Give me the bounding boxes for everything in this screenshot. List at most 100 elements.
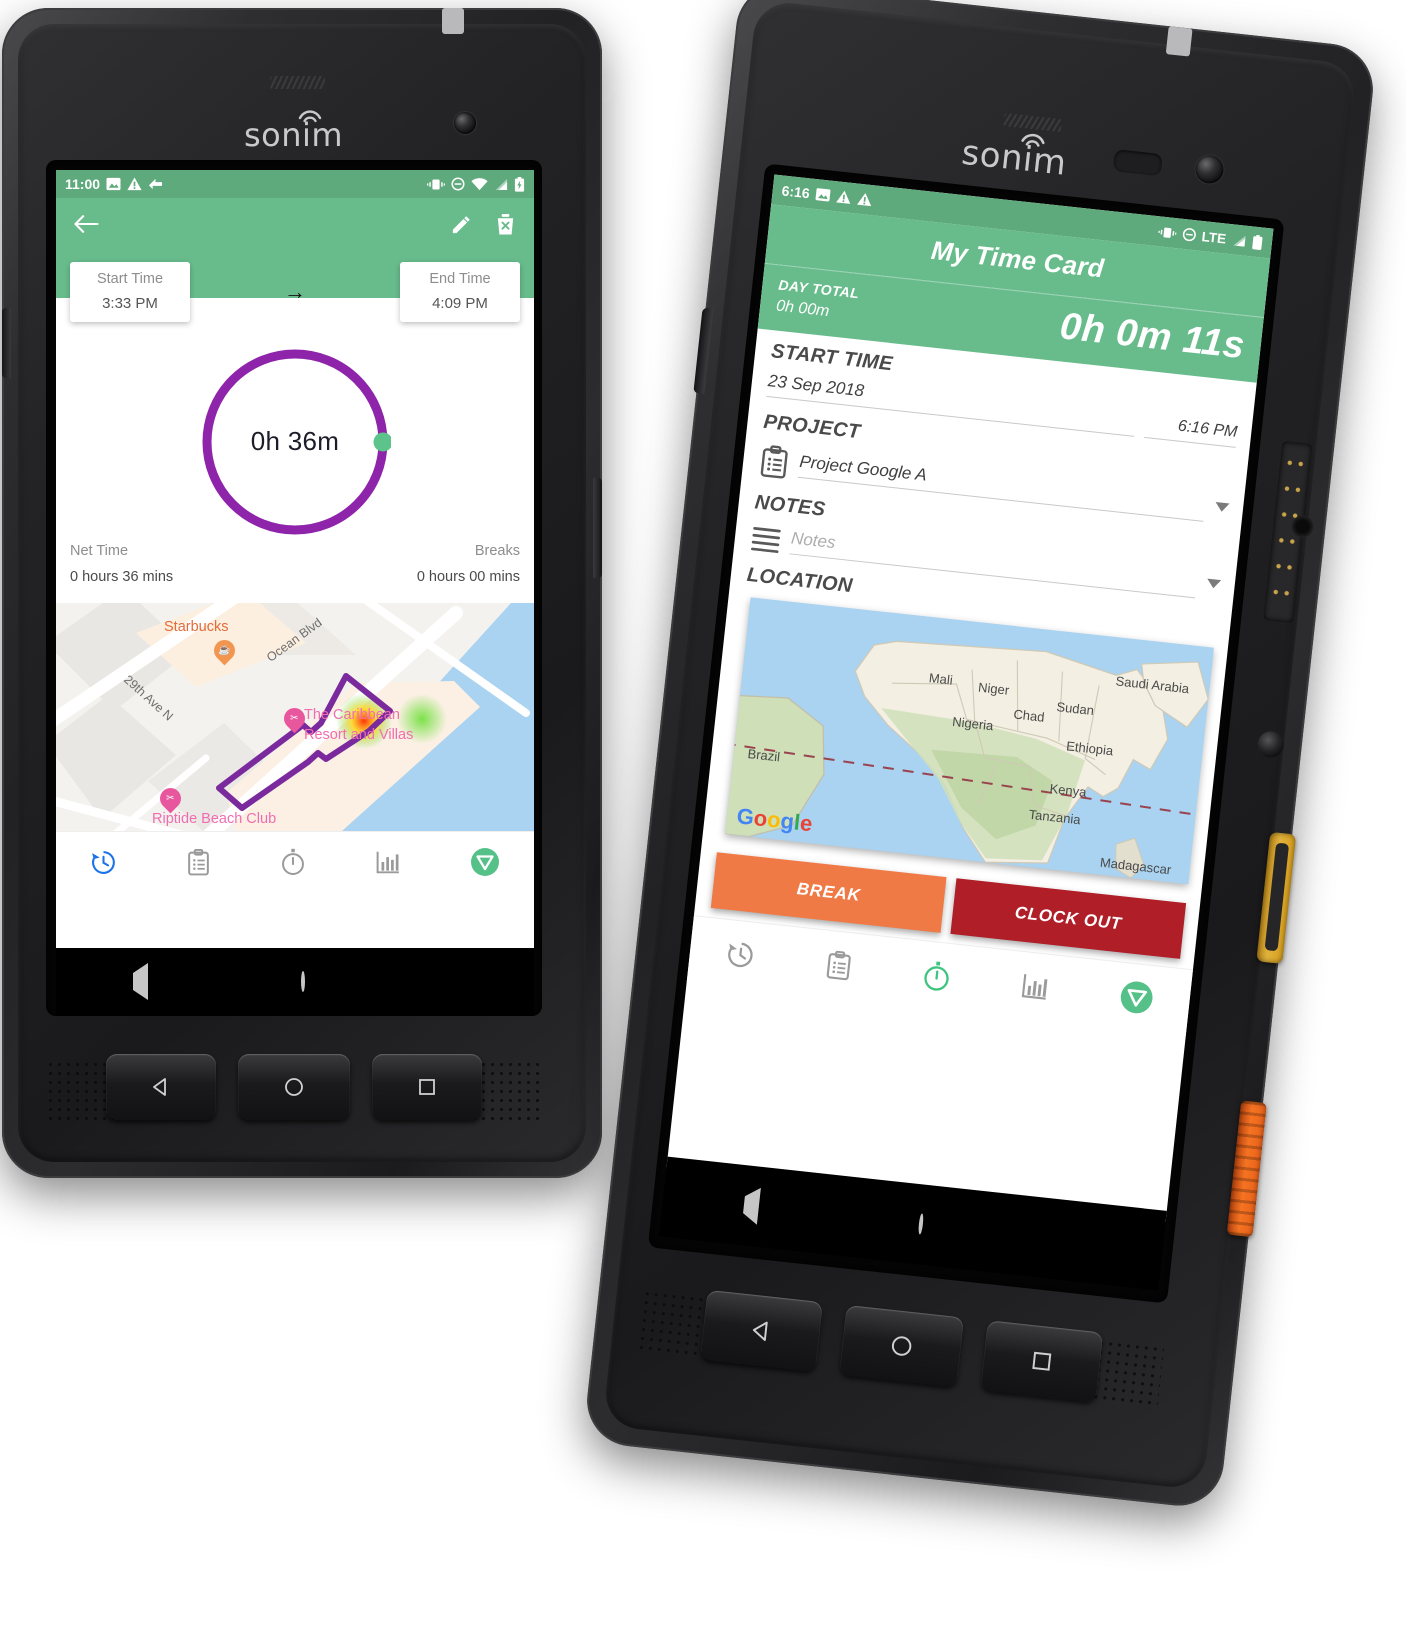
soft-nav-home-button[interactable] — [300, 971, 305, 992]
sync-icon — [149, 178, 163, 190]
brand-wifi-icon — [1021, 133, 1045, 147]
soft-nav-back-button[interactable] — [132, 963, 148, 1000]
map-label-riptide: Riptide Beach Club — [152, 811, 277, 827]
sidebar-item-brand-logo[interactable] — [1118, 979, 1155, 1016]
battery-icon — [1252, 234, 1263, 250]
warning-icon — [836, 190, 851, 204]
left-phone-screen: 11:00 Start Time 3:33 PM → End Time 4:09… — [56, 170, 534, 966]
dnd-icon — [451, 177, 465, 191]
history-clock-icon — [92, 850, 116, 874]
hw-home-button[interactable] — [839, 1304, 965, 1388]
hardware-button-strip — [46, 1038, 542, 1148]
map-label-caribbean-1: The Caribbean — [304, 707, 400, 723]
delete-button[interactable] — [487, 213, 534, 240]
day-total-label: DAY TOTAL — [777, 276, 861, 302]
sidebar-item-brand-logo[interactable] — [470, 847, 500, 877]
earpiece-grill — [270, 76, 325, 89]
hw-home-icon — [891, 1336, 912, 1356]
bar-chart-icon — [376, 851, 399, 874]
map-label-chad: Chad — [1012, 706, 1046, 725]
map-label-mali: Mali — [928, 670, 954, 688]
net-time-value: 0 hours 36 mins — [70, 569, 174, 585]
sidebar-item-timecard[interactable] — [186, 848, 211, 876]
pencil-icon — [452, 215, 470, 233]
sidebar-item-reports[interactable] — [1020, 971, 1051, 1002]
front-camera — [454, 112, 476, 134]
stopwatch-icon — [282, 848, 304, 876]
start-time-card[interactable]: Start Time 3:33 PM — [70, 262, 190, 322]
duration-ring-text: 0h 36m — [250, 426, 340, 456]
caret-down-icon[interactable] — [1214, 502, 1230, 513]
brand-logo: sonim — [244, 116, 343, 154]
triangle-back-icon — [741, 1186, 761, 1225]
caret-down-icon[interactable] — [1206, 578, 1222, 590]
arrow-back-icon — [74, 215, 99, 233]
antenna-nub — [1165, 26, 1193, 57]
net-time-stat: Net Time 0 hours 36 mins — [70, 543, 173, 585]
android-soft-nav — [56, 948, 534, 1016]
vibrate-icon — [427, 179, 445, 189]
circle-home-icon — [300, 971, 305, 992]
signal-icon — [495, 178, 508, 190]
sidebar-item-history[interactable] — [724, 938, 756, 970]
hw-back-icon — [752, 1321, 768, 1341]
brand-logo-text: sonim — [244, 116, 344, 154]
warning-icon — [857, 192, 872, 207]
map-label-starbucks: Starbucks — [164, 619, 229, 635]
sonim-phone-left: sonim 11:00 Start Time 3:33 PM → End Tim… — [2, 8, 602, 1178]
hw-recents-icon — [419, 1079, 435, 1095]
soft-nav-home-button[interactable] — [917, 1213, 924, 1235]
end-time-value: 4:09 PM — [432, 295, 488, 312]
status-time: 11:00 — [65, 176, 101, 192]
right-side-button[interactable] — [593, 478, 602, 578]
hw-back-button[interactable] — [700, 1289, 823, 1372]
left-side-button[interactable] — [2, 308, 11, 378]
time-cards-row: Start Time 3:33 PM → End Time 4:09 PM — [56, 254, 534, 330]
hw-home-button[interactable] — [238, 1054, 350, 1120]
map-canvas — [724, 597, 1214, 885]
end-time-label: End Time — [429, 271, 491, 287]
edit-button[interactable] — [436, 213, 487, 240]
hw-recents-button[interactable] — [980, 1320, 1104, 1403]
status-time: 6:16 — [780, 182, 811, 202]
hw-back-button[interactable] — [106, 1054, 216, 1120]
clipboard-list-icon — [826, 950, 851, 980]
wifi-icon — [471, 177, 488, 190]
right-phone-screen: 6:16 LTE My Time Card DAY TOTAL 0h 00m 0… — [666, 174, 1274, 1223]
start-time-value: 3:33 PM — [102, 295, 158, 312]
image-icon — [815, 188, 831, 202]
hw-recents-button[interactable] — [372, 1054, 482, 1120]
hw-back-icon — [153, 1078, 166, 1096]
bar-chart-icon — [1021, 974, 1048, 1000]
hw-home-icon — [285, 1078, 303, 1096]
stats-row: Net Time 0 hours 36 mins Breaks 0 hours … — [56, 539, 534, 585]
sonim-phone-right: sonim 6:16 LTE My Time Card DAY TOTAL 0h… — [582, 0, 1378, 1511]
running-timer-value: 0h 0m 11s — [1057, 305, 1247, 368]
hw-recents-icon — [1032, 1351, 1052, 1371]
image-icon — [106, 177, 121, 191]
brand-wifi-icon — [298, 110, 322, 123]
soft-nav-back-button[interactable] — [741, 1186, 761, 1225]
sidebar-item-timer[interactable] — [921, 959, 952, 993]
trash-delete-icon — [497, 213, 514, 235]
breaks-stat: Breaks 0 hours 00 mins — [417, 543, 520, 585]
circle-home-icon — [917, 1213, 924, 1235]
location-map[interactable]: Starbucks ☕ Ocean Blvd 29th Ave N ✂ The … — [56, 603, 534, 831]
sidebar-item-timer[interactable] — [280, 848, 306, 876]
map-label-niger: Niger — [977, 679, 1010, 698]
duration-ring-wrap: 0h 36m — [56, 344, 534, 539]
vibrate-icon — [1157, 227, 1177, 238]
duration-ring: 0h 36m — [199, 346, 393, 538]
app-bar — [56, 198, 534, 254]
start-time-label: Start Time — [96, 271, 164, 287]
triangle-back-icon — [132, 963, 148, 1000]
sidebar-item-timecard[interactable] — [824, 949, 854, 981]
breaks-value: 0 hours 00 mins — [416, 569, 520, 585]
status-bar: 11:00 — [56, 170, 534, 198]
sidebar-item-history[interactable] — [90, 849, 117, 876]
back-button[interactable] — [56, 214, 117, 238]
stopwatch-icon — [924, 960, 949, 991]
location-map[interactable]: Mali Niger Sudan Saudi Arabia Chad Niger… — [724, 597, 1214, 885]
end-time-card[interactable]: End Time 4:09 PM — [400, 262, 520, 322]
sidebar-item-reports[interactable] — [375, 849, 401, 875]
